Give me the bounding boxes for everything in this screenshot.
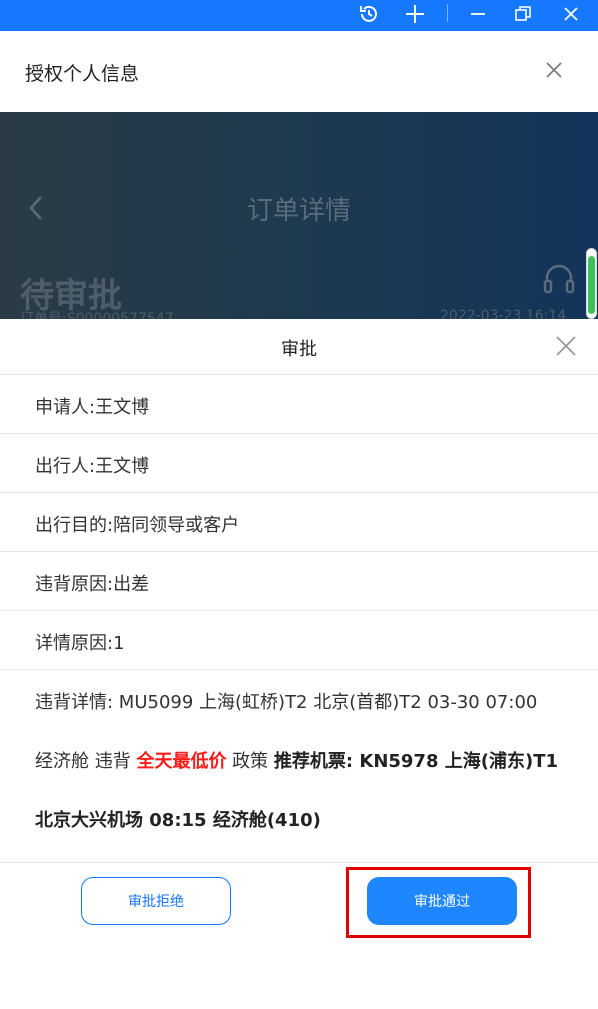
window-titlebar — [0, 0, 598, 31]
policy-highlight: 全天最低价 — [136, 751, 227, 772]
restore-icon[interactable] — [508, 0, 538, 28]
recommended-ticket: 推荐机票: KN5978 上海(浦东)T1 — [273, 751, 559, 772]
violation-detail-line2: 经济舱 违背 全天最低价 政策 推荐机票: KN5978 上海(浦东)T1 — [35, 747, 558, 773]
recommended-ticket-cont: 北京大兴机场 08:15 经济舱(410) — [35, 810, 321, 831]
auth-header: 授权个人信息 — [0, 31, 598, 112]
auth-title: 授权个人信息 — [25, 63, 140, 85]
plus-icon[interactable] — [400, 0, 430, 28]
detail-reason-text: 详情原因:1 — [35, 633, 125, 654]
titlebar-separator — [447, 4, 448, 22]
violation-detail-line1: 违背详情: MU5099 上海(虹桥)T2 北京(首都)T2 03-30 07:… — [35, 692, 538, 713]
approval-modal: 审批 申请人:王文博 出行人:王文博 出行目的:陪同领导或客户 违背原因:出差 … — [0, 319, 598, 1009]
violation-detail-block: 违背详情: MU5099 上海(虹桥)T2 北京(首都)T2 03-30 07:… — [0, 670, 598, 863]
row-traveler: 出行人:王文博 — [0, 434, 598, 493]
history-icon[interactable] — [354, 0, 384, 28]
traveler-text: 出行人:王文博 — [35, 456, 150, 477]
violation-reason-text: 违背原因:出差 — [35, 574, 150, 595]
row-purpose: 出行目的:陪同领导或客户 — [0, 493, 598, 552]
auth-close-icon[interactable] — [543, 59, 565, 81]
applicant-text: 申请人:王文博 — [35, 397, 150, 418]
order-page-title: 订单详情 — [246, 196, 351, 226]
modal-title: 审批 — [281, 339, 317, 360]
line2-prefix: 经济舱 违背 — [35, 751, 137, 772]
row-applicant: 申请人:王文博 — [0, 375, 598, 434]
reject-button[interactable]: 审批拒绝 — [81, 877, 231, 925]
order-detail-background: 订单详情 待审批 订单号:S00000577547 2022-03-23 16:… — [0, 112, 598, 319]
approve-highlight-box — [346, 867, 531, 938]
order-time: 2022-03-23 16:14 — [440, 308, 567, 319]
modal-close-icon[interactable] — [554, 334, 578, 358]
minimize-icon[interactable] — [463, 0, 493, 28]
row-violation-reason: 违背原因:出差 — [0, 552, 598, 611]
violation-detail-line3: 北京大兴机场 08:15 经济舱(410) — [35, 806, 321, 832]
line2-mid: 政策 — [226, 751, 274, 772]
order-number: 订单号:S00000577547 — [20, 311, 174, 319]
purpose-text: 出行目的:陪同领导或客户 — [35, 515, 240, 536]
close-icon[interactable] — [556, 0, 586, 28]
headset-icon[interactable] — [542, 262, 576, 298]
row-detail-reason: 详情原因:1 — [0, 611, 598, 670]
scrollbar-thumb[interactable] — [588, 256, 595, 314]
modal-header: 审批 — [0, 319, 598, 375]
